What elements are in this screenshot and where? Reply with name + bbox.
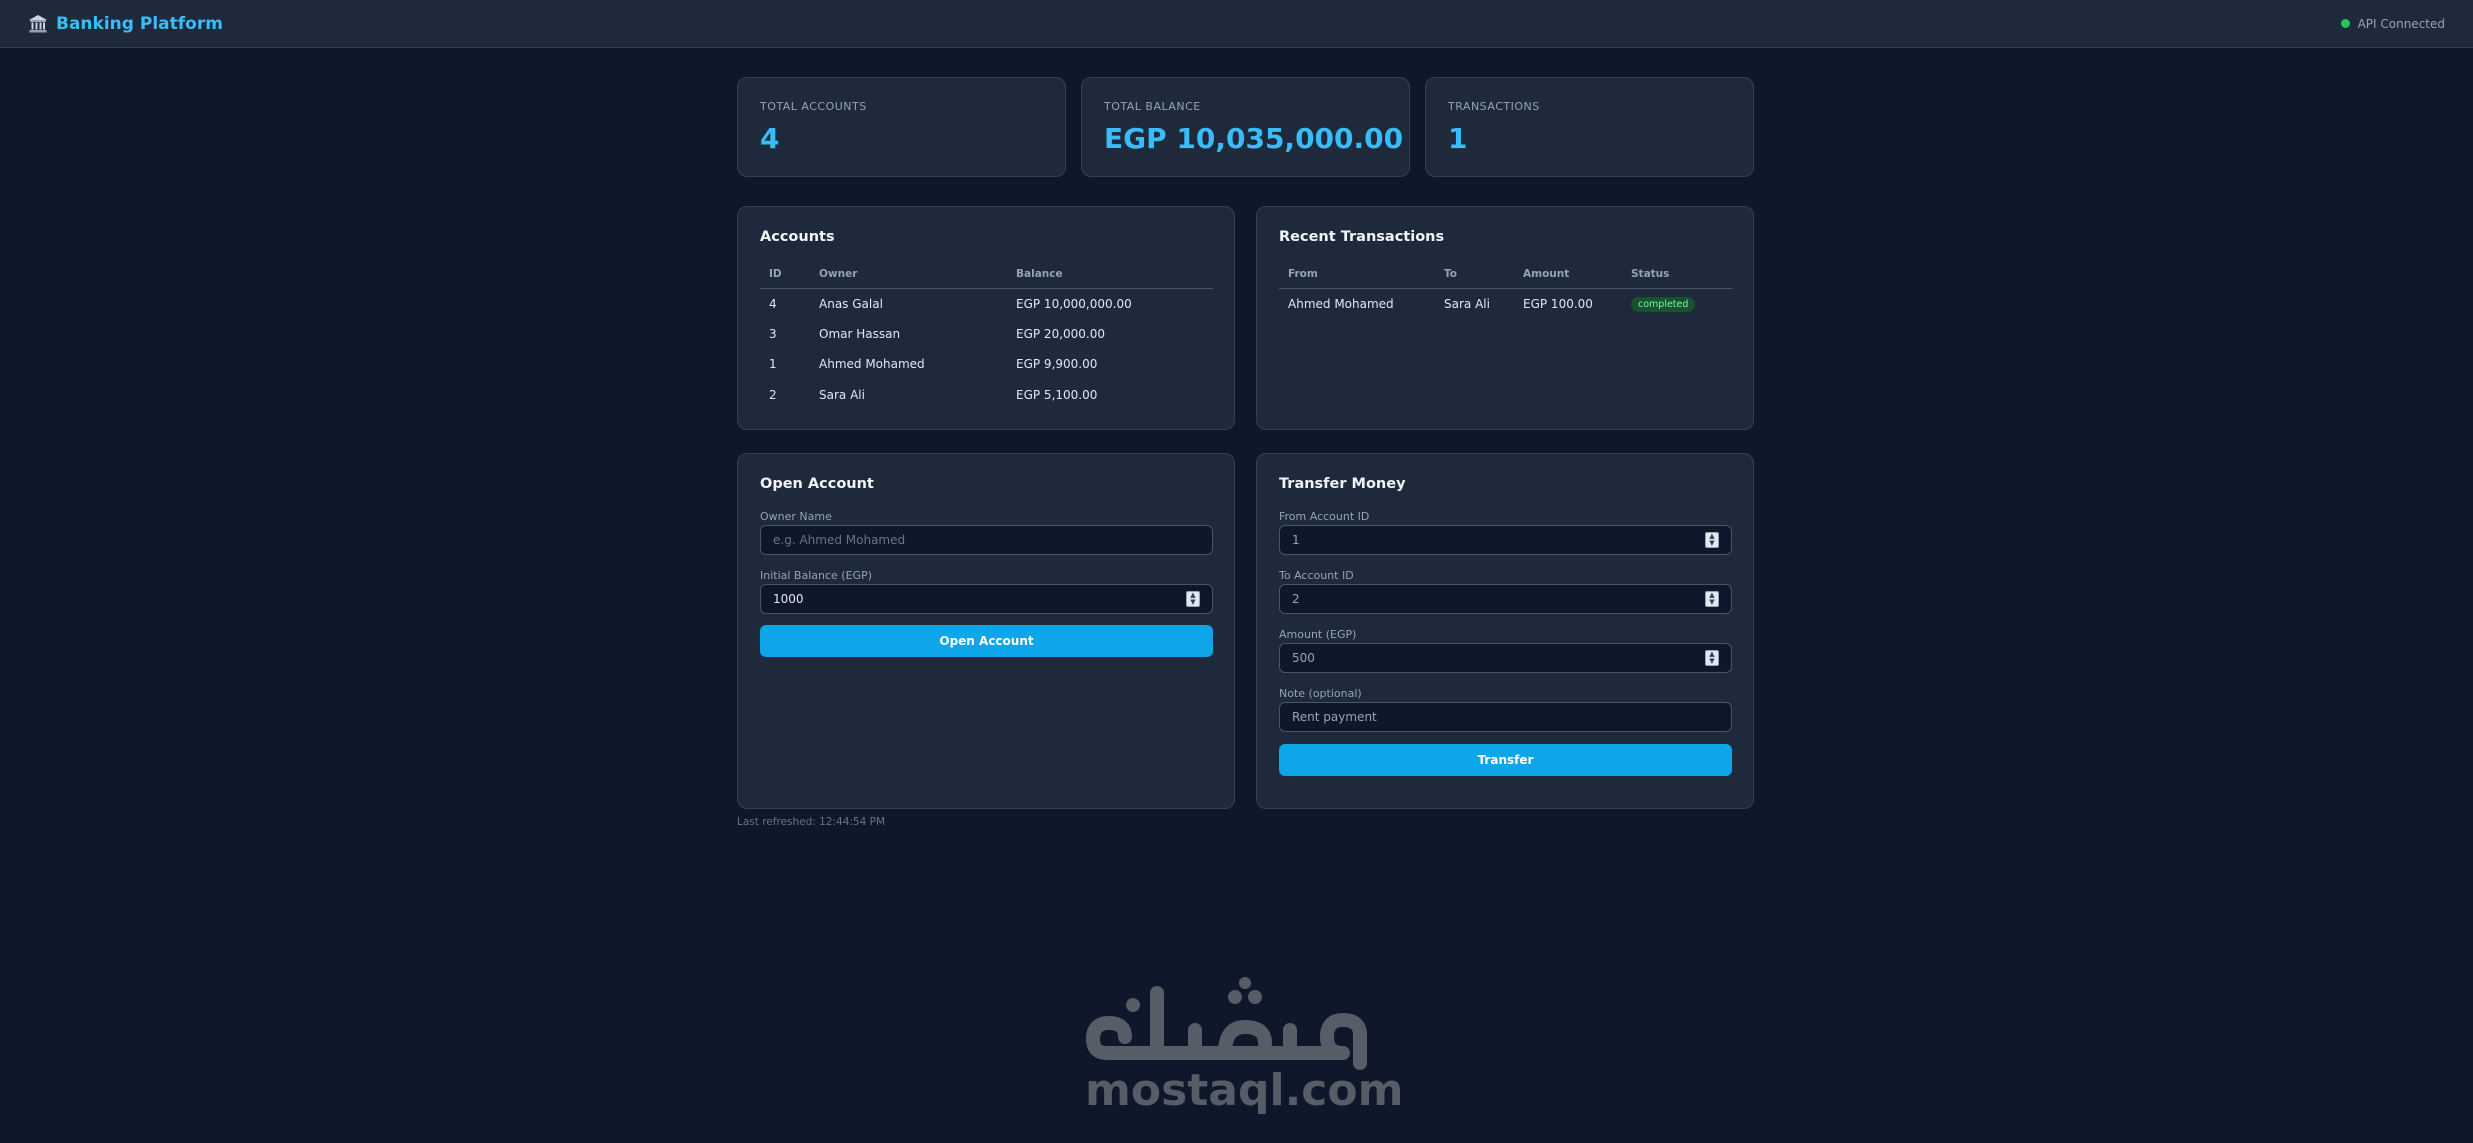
number-spinner-icon[interactable]: ▲ ▼ bbox=[1705, 532, 1719, 548]
transfer-money-panel: Transfer Money From Account ID ▲▼ To Acc… bbox=[1256, 453, 1754, 809]
open-account-panel: Open Account Owner Name Initial Balance … bbox=[737, 453, 1235, 809]
from-account-input[interactable] bbox=[1279, 525, 1732, 555]
transaction-status: completed bbox=[1622, 288, 1732, 319]
account-id: 1 bbox=[769, 357, 777, 372]
table-row[interactable]: 4 Anas Galal EGP 10,000,000.00 bbox=[760, 288, 1213, 319]
stat-value: EGP 10,035,000.00 bbox=[1104, 122, 1404, 155]
panel-title: Open Account bbox=[760, 476, 874, 492]
transactions-table: From To Amount Status Ahmed Mohamed Sara… bbox=[1279, 260, 1732, 319]
stat-value: 4 bbox=[760, 122, 780, 155]
app-title: Banking Platform bbox=[56, 13, 223, 34]
stat-label: Total Balance bbox=[1104, 100, 1201, 113]
transactions-panel: Recent Transactions From To Amount Statu… bbox=[1256, 206, 1754, 430]
account-id: 4 bbox=[769, 296, 777, 311]
watermark-text: mostaql.com bbox=[1085, 1065, 1404, 1116]
brand[interactable]: Banking Platform bbox=[28, 14, 223, 34]
stat-card-total-accounts: Total Accounts 4 bbox=[737, 77, 1066, 177]
to-account-label: To Account ID bbox=[1279, 569, 1354, 582]
status-badge: completed bbox=[1631, 296, 1696, 312]
stat-label: Transactions bbox=[1448, 100, 1540, 113]
top-bar: Banking Platform API Connected bbox=[0, 0, 2473, 48]
owner-name-input[interactable] bbox=[760, 525, 1213, 555]
mostaql-watermark: mostaql.com bbox=[1085, 975, 1404, 1120]
stat-label: Total Accounts bbox=[760, 100, 867, 113]
accounts-panel: Accounts ID Owner Balance 4 Anas Galal E… bbox=[737, 206, 1235, 430]
account-balance: EGP 10,000,000.00 bbox=[1016, 296, 1132, 311]
status-text: API Connected bbox=[2357, 16, 2445, 31]
table-row[interactable]: 1 Ahmed Mohamed EGP 9,900.00 bbox=[760, 349, 1213, 380]
bank-icon bbox=[29, 14, 47, 32]
table-row[interactable]: 3 Omar Hassan EGP 20,000.00 bbox=[760, 319, 1213, 350]
transaction-to: Sara Ali bbox=[1444, 296, 1490, 311]
owner-name-label: Owner Name bbox=[760, 510, 832, 523]
accounts-table: ID Owner Balance 4 Anas Galal EGP 10,000… bbox=[760, 260, 1213, 410]
column-header-owner: Owner bbox=[810, 260, 1007, 289]
table-header-row: ID Owner Balance bbox=[760, 260, 1213, 289]
column-header-amount: Amount bbox=[1514, 260, 1622, 289]
stat-value: 1 bbox=[1448, 122, 1468, 155]
status-dot-icon bbox=[2340, 19, 2350, 28]
account-owner: Omar Hassan bbox=[819, 326, 901, 341]
panel-title: Accounts bbox=[760, 229, 835, 245]
account-id: 2 bbox=[769, 387, 777, 402]
account-balance: EGP 9,900.00 bbox=[1016, 357, 1098, 372]
transaction-amount: EGP 100.00 bbox=[1523, 296, 1593, 311]
amount-label: Amount (EGP) bbox=[1279, 628, 1357, 641]
table-header-row: From To Amount Status bbox=[1279, 260, 1732, 289]
table-row[interactable]: 2 Sara Ali EGP 5,100.00 bbox=[760, 380, 1213, 411]
column-header-from: From bbox=[1279, 260, 1435, 289]
last-refreshed-text: Last refreshed: 12:44:54 PM bbox=[737, 816, 886, 828]
account-owner: Ahmed Mohamed bbox=[819, 357, 925, 372]
number-spinner-icon[interactable]: ▲ ▼ bbox=[1186, 591, 1200, 607]
account-owner: Sara Ali bbox=[819, 387, 865, 402]
stat-card-transactions: Transactions 1 bbox=[1425, 77, 1754, 177]
column-header-id: ID bbox=[760, 260, 810, 289]
account-id: 3 bbox=[769, 326, 777, 341]
from-account-label: From Account ID bbox=[1279, 510, 1370, 523]
stat-card-total-balance: Total Balance EGP 10,035,000.00 bbox=[1081, 77, 1410, 177]
table-row[interactable]: Ahmed Mohamed Sara Ali EGP 100.00 comple… bbox=[1279, 288, 1732, 319]
number-spinner-icon[interactable]: ▲ ▼ bbox=[1705, 591, 1719, 607]
account-owner: Anas Galal bbox=[819, 296, 883, 311]
account-balance: EGP 20,000.00 bbox=[1016, 326, 1106, 341]
column-header-status: Status bbox=[1622, 260, 1732, 289]
initial-balance-input[interactable] bbox=[760, 584, 1213, 614]
note-input[interactable] bbox=[1279, 702, 1732, 732]
to-account-input[interactable] bbox=[1279, 584, 1732, 614]
open-account-button[interactable]: Open Account bbox=[760, 625, 1213, 657]
panel-title: Recent Transactions bbox=[1279, 229, 1445, 245]
amount-input[interactable] bbox=[1279, 643, 1732, 673]
mostaql-logo-icon bbox=[1086, 977, 1367, 1070]
transaction-from: Ahmed Mohamed bbox=[1288, 296, 1394, 311]
column-header-balance: Balance bbox=[1007, 260, 1213, 289]
api-status: API Connected bbox=[2340, 16, 2445, 31]
column-header-to: To bbox=[1435, 260, 1514, 289]
account-balance: EGP 5,100.00 bbox=[1016, 387, 1098, 402]
number-spinner-icon[interactable]: ▲ ▼ bbox=[1705, 650, 1719, 666]
transfer-button[interactable]: Transfer bbox=[1279, 744, 1732, 776]
note-label: Note (optional) bbox=[1279, 687, 1362, 700]
initial-balance-label: Initial Balance (EGP) bbox=[760, 569, 872, 582]
panel-title: Transfer Money bbox=[1279, 476, 1406, 492]
